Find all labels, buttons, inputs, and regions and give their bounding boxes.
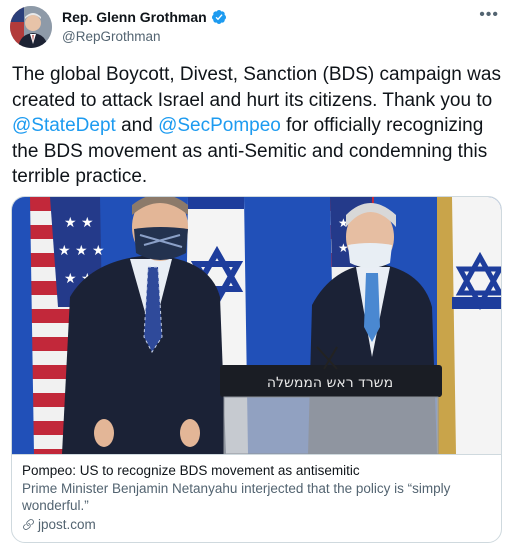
avatar[interactable] <box>10 6 52 48</box>
svg-text:★ ★ ★: ★ ★ ★ <box>58 243 105 259</box>
verified-badge-icon <box>211 10 226 24</box>
podium-text: משרד ראש הממשלה <box>267 375 393 391</box>
svg-text:★ ★: ★ ★ <box>64 215 94 231</box>
link-icon <box>23 519 34 530</box>
mention-statedept[interactable]: @StateDept <box>12 115 116 136</box>
tweet-text-part-1: The global Boycott, Divest, Sanction (BD… <box>12 64 501 111</box>
more-options-icon[interactable]: ••• <box>479 6 499 24</box>
tweet: Rep. Glenn Grothman @RepGrothman ••• The… <box>0 0 511 550</box>
card-title[interactable]: Pompeo: US to recognize BDS movement as … <box>22 462 491 479</box>
card-image[interactable]: ★ ★ ★ ★ ★ ★ ★ ★ ★ ★ ★ <box>12 197 501 454</box>
mention-secpompeo[interactable]: @SecPompeo <box>158 115 281 136</box>
card-domain-text: jpost.com <box>38 517 96 532</box>
card-domain[interactable]: jpost.com <box>22 516 491 533</box>
author-name[interactable]: Rep. Glenn Grothman <box>62 9 207 25</box>
card-info[interactable]: Pompeo: US to recognize BDS movement as … <box>12 454 501 542</box>
author-handle[interactable]: @RepGrothman <box>62 29 227 44</box>
tweet-text: The global Boycott, Divest, Sanction (BD… <box>12 62 502 190</box>
link-card[interactable]: ★ ★ ★ ★ ★ ★ ★ ★ ★ ★ ★ <box>11 196 502 543</box>
card-description: Prime Minister Benjamin Netanyahu interj… <box>22 481 451 513</box>
author-block: Rep. Glenn Grothman @RepGrothman <box>62 8 227 44</box>
tweet-text-part-2: and <box>115 115 159 136</box>
author-name-row: Rep. Glenn Grothman <box>62 8 227 26</box>
